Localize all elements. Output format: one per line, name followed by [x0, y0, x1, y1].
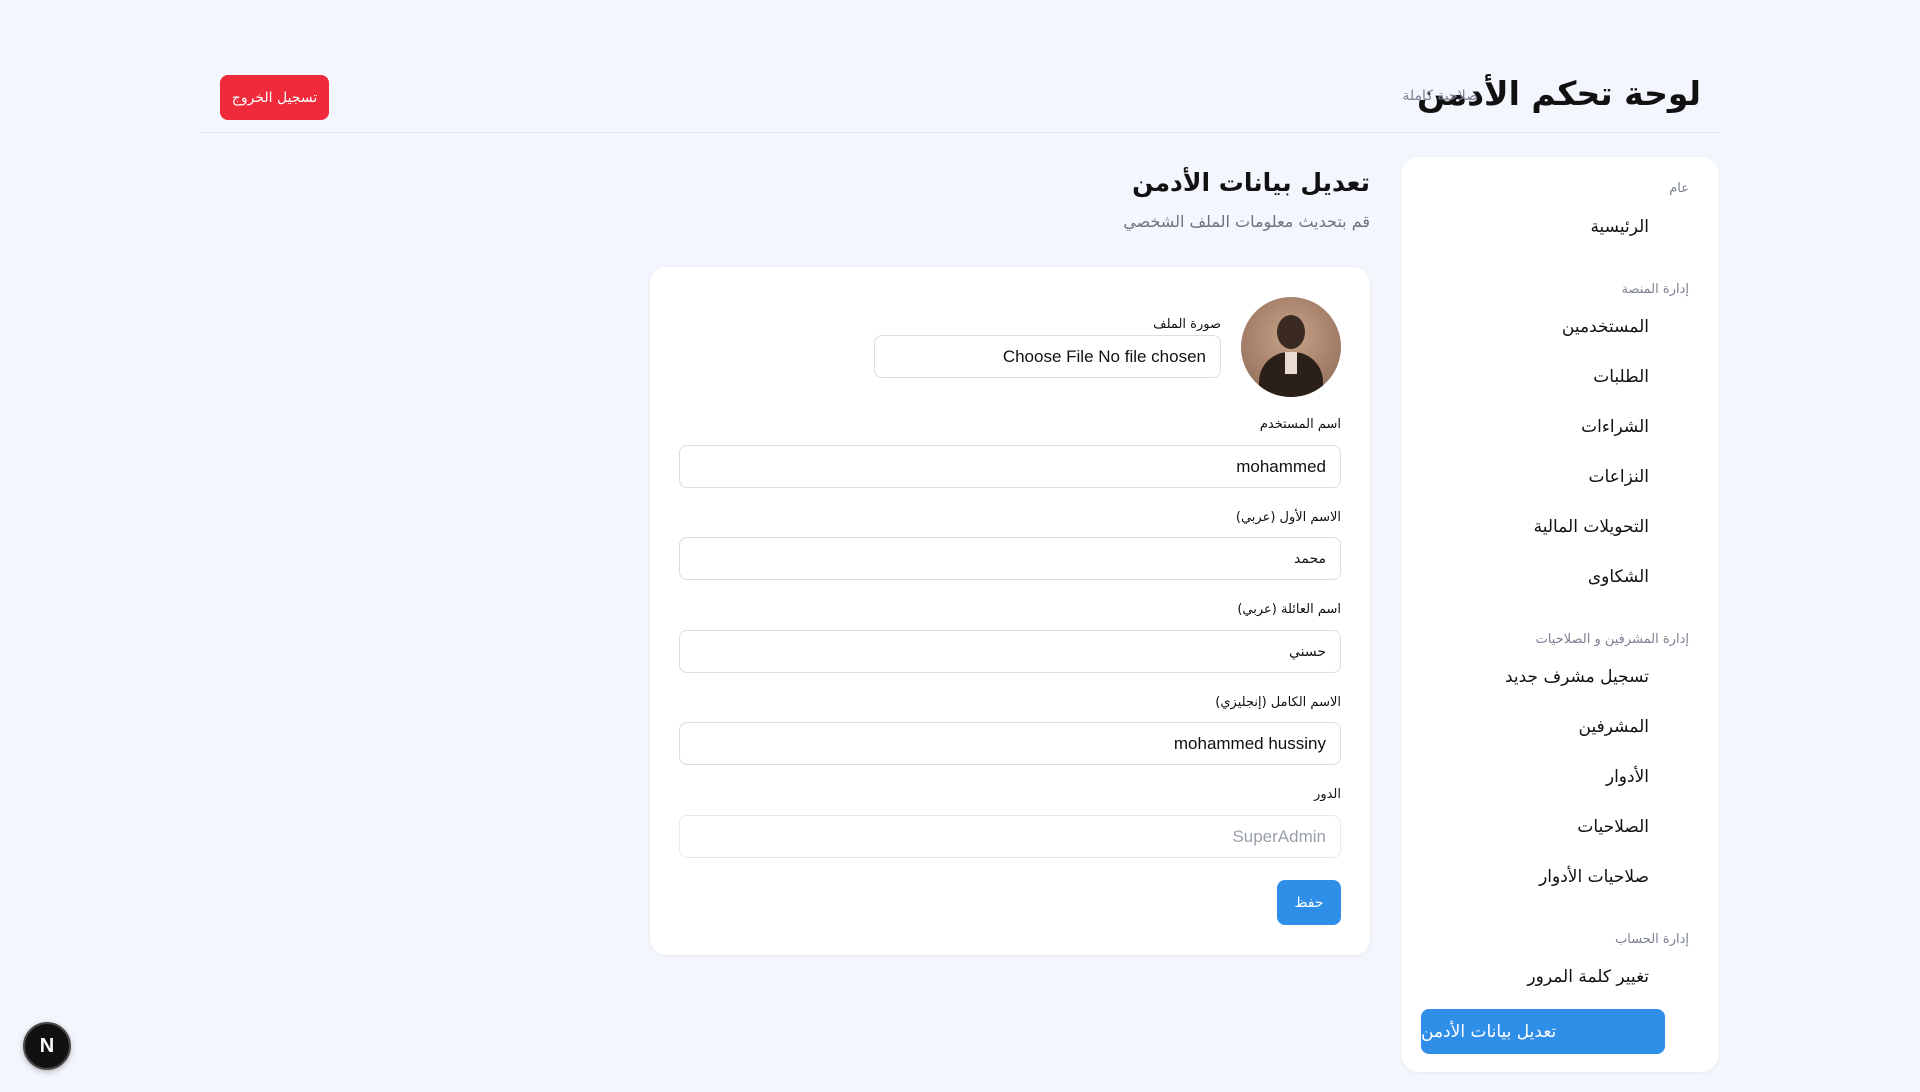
sidebar-item-users[interactable]: المستخدمين: [1562, 317, 1649, 337]
username-input[interactable]: mohammed: [679, 445, 1341, 488]
full-name-label: الاسم الكامل (إنجليزي): [1215, 695, 1341, 710]
profile-image-file-input[interactable]: Choose File No file chosen: [874, 335, 1221, 378]
sidebar-section-platform: إدارة المنصة: [1621, 282, 1690, 297]
permission-subtitle: صلاحية كاملة: [1402, 88, 1478, 104]
sidebar-item-home[interactable]: الرئيسية: [1590, 217, 1649, 237]
save-button[interactable]: حفظ: [1277, 880, 1341, 925]
sidebar-item-roles[interactable]: الأدوار: [1606, 767, 1649, 787]
sidebar-item-edit-admin[interactable]: تعديل بيانات الأدمن: [1421, 1009, 1665, 1054]
profile-image-label: صورة الملف: [1153, 317, 1221, 332]
sidebar-item-purchases[interactable]: الشراءات: [1581, 417, 1649, 437]
sidebar-item-supervisors[interactable]: المشرفين: [1579, 717, 1649, 737]
full-name-input[interactable]: mohammed hussiny: [679, 722, 1341, 765]
sidebar-item-complaints[interactable]: الشكاوى: [1588, 567, 1649, 587]
avatar-head: [1277, 315, 1305, 349]
sidebar-item-orders[interactable]: الطلبات: [1593, 367, 1649, 387]
sidebar-item-role-permissions[interactable]: صلاحيات الأدوار: [1539, 867, 1649, 887]
role-label: الدور: [1314, 787, 1341, 802]
page-title: تعديل بيانات الأدمن: [1132, 168, 1370, 197]
first-name-label: الاسم الأول (عربي): [1235, 510, 1341, 525]
nextjs-badge-icon[interactable]: N: [23, 1022, 71, 1070]
avatar: [1241, 297, 1341, 397]
first-name-input[interactable]: محمد: [679, 537, 1341, 580]
sidebar-section-account: إدارة الحساب: [1615, 932, 1689, 947]
sidebar-section-general: عام: [1669, 181, 1689, 196]
sidebar-item-change-password[interactable]: تغيير كلمة المرور: [1527, 967, 1649, 987]
page-subtitle: قم بتحديث معلومات الملف الشخصي: [1123, 212, 1370, 231]
sidebar-section-supervisors: إدارة المشرفين و الصلاحيات: [1535, 632, 1689, 647]
family-name-label: اسم العائلة (عربي): [1237, 602, 1341, 617]
username-label: اسم المستخدم: [1259, 417, 1341, 432]
top-header: لوحة تحكم الأدمن صلاحية كاملة تسجيل الخر…: [201, 62, 1719, 133]
sidebar-item-permissions[interactable]: الصلاحيات: [1577, 817, 1649, 837]
sidebar-item-transfers[interactable]: التحويلات المالية: [1534, 517, 1649, 537]
sidebar-item-register-supervisor[interactable]: تسجيل مشرف جديد: [1505, 667, 1649, 687]
avatar-collar: [1285, 352, 1297, 374]
sidebar-item-disputes[interactable]: النزاعات: [1589, 467, 1649, 487]
role-input: SuperAdmin: [679, 815, 1341, 858]
sidebar: عام الرئيسية إدارة المنصة المستخدمين الط…: [1401, 157, 1719, 1072]
edit-profile-card: صورة الملف Choose File No file chosen اس…: [650, 267, 1370, 955]
family-name-input[interactable]: حسني: [679, 630, 1341, 673]
logout-button[interactable]: تسجيل الخروج: [220, 75, 329, 120]
